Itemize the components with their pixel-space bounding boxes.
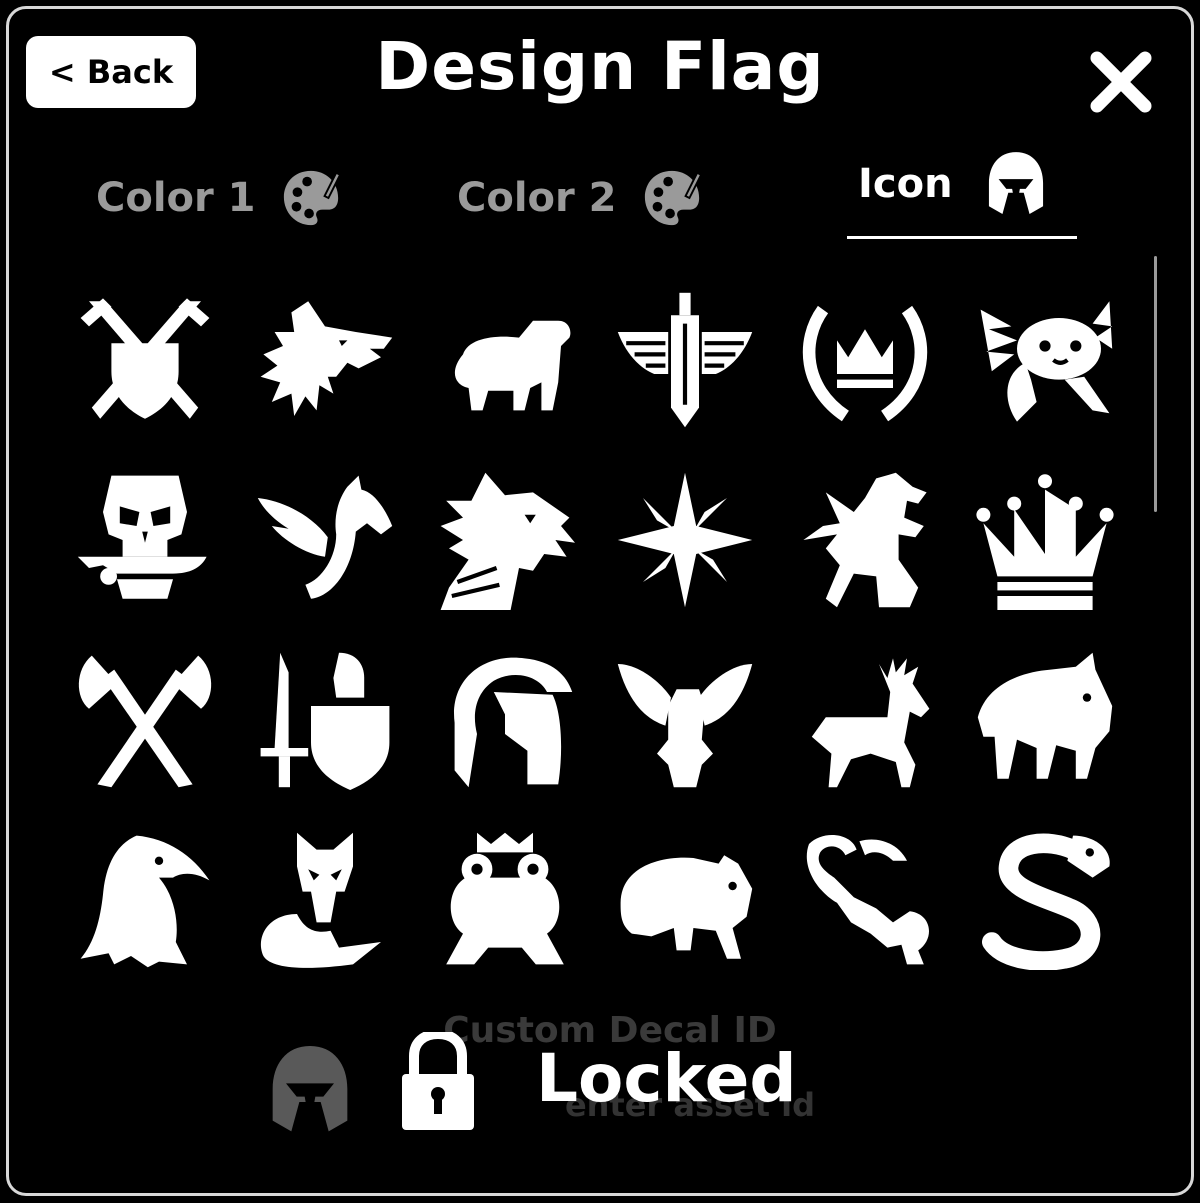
page-title: Design Flag: [375, 28, 825, 105]
griffin-icon[interactable]: [775, 450, 955, 630]
tab-label: Icon: [858, 161, 953, 207]
knight-sword-shield-icon[interactable]: [235, 630, 415, 810]
laurel-crown-icon[interactable]: [775, 270, 955, 450]
tab-underline: [847, 236, 1077, 239]
tab-label: Color 1: [96, 175, 256, 221]
deer-icon[interactable]: [775, 630, 955, 810]
tab-color-2[interactable]: Color 2: [457, 160, 703, 236]
boar-icon[interactable]: [955, 630, 1135, 810]
locked-label: Locked: [536, 1040, 797, 1117]
skull-dagger-icon[interactable]: [55, 450, 235, 630]
wolf-icon[interactable]: [235, 270, 415, 450]
back-button[interactable]: < Back: [26, 36, 196, 108]
eagle-head-icon[interactable]: [55, 810, 235, 990]
tab-color-1[interactable]: Color 1: [96, 160, 342, 236]
crossed-axes-icon[interactable]: [55, 630, 235, 810]
crown-icon[interactable]: [955, 450, 1135, 630]
fox-icon[interactable]: [235, 810, 415, 990]
palette-icon: [644, 170, 702, 226]
frog-king-icon[interactable]: [415, 810, 595, 990]
helmet-icon: [272, 1046, 348, 1132]
close-icon[interactable]: [1085, 46, 1157, 118]
spartan-helmet-icon[interactable]: [415, 630, 595, 810]
palette-icon: [283, 170, 341, 226]
snake-icon[interactable]: [955, 810, 1135, 990]
crossed-swords-shield-icon[interactable]: [55, 270, 235, 450]
eagle-spread-icon[interactable]: [595, 630, 775, 810]
tab-label: Color 2: [457, 175, 617, 221]
tab-icon[interactable]: Icon: [858, 146, 1045, 222]
custom-decal-section: Custom Decal ID enter asset id Locked: [0, 1000, 1200, 1200]
scrollbar[interactable]: [1154, 256, 1157, 512]
star-icon[interactable]: [595, 450, 775, 630]
scorpion-icon[interactable]: [775, 810, 955, 990]
winged-sword-icon[interactable]: [595, 270, 775, 450]
axolotl-icon[interactable]: [955, 270, 1135, 450]
helmet-icon: [988, 152, 1043, 214]
capybara-icon[interactable]: [415, 270, 595, 450]
pegasus-icon[interactable]: [235, 450, 415, 630]
icon-grid: [55, 270, 1135, 990]
lock-icon: [402, 1032, 474, 1130]
dragon-icon[interactable]: [415, 450, 595, 630]
bear-icon[interactable]: [595, 810, 775, 990]
